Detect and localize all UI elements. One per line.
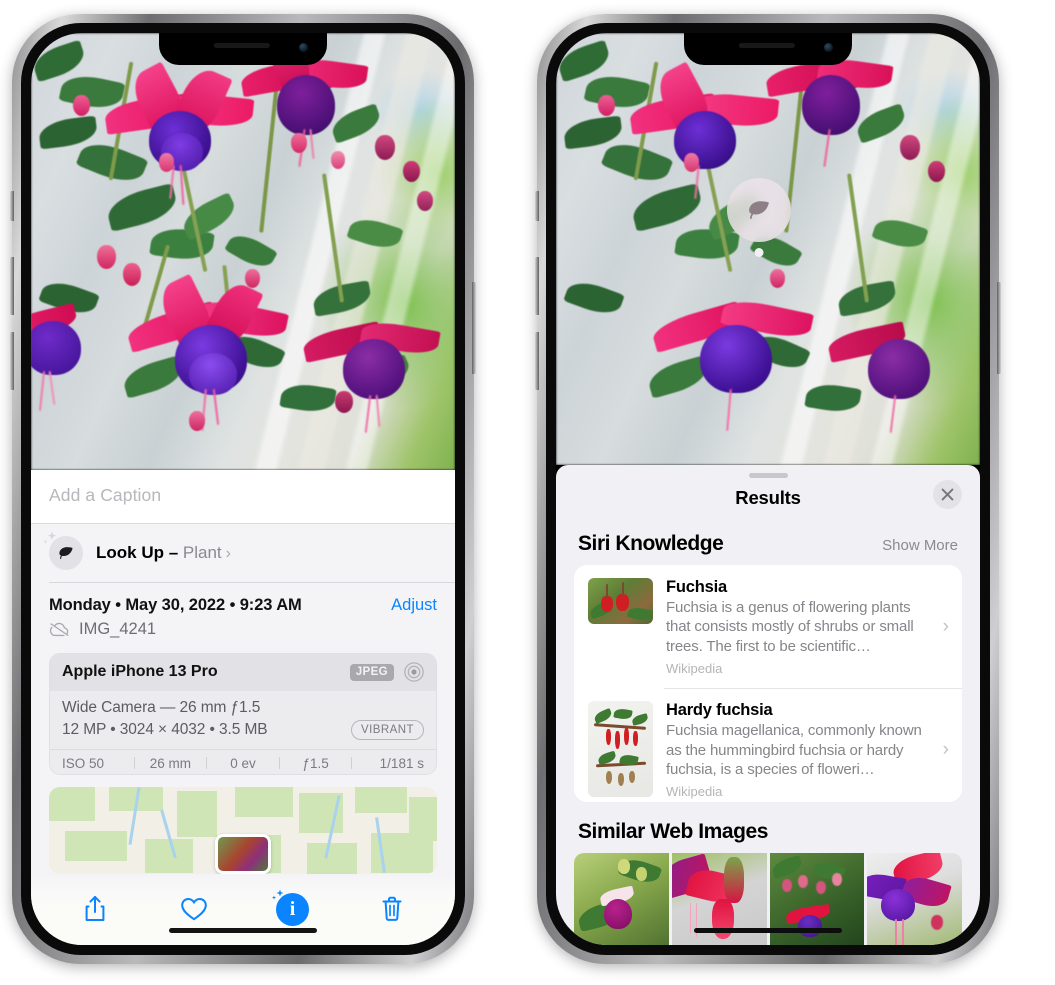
home-indicator-left[interactable] <box>169 927 317 933</box>
camera-card-header: Apple iPhone 13 Pro JPEG <box>50 654 436 692</box>
exif-shutter: 1/181 s <box>379 755 424 771</box>
result-thumbnail <box>588 577 653 624</box>
show-more-button[interactable]: Show More <box>882 537 958 554</box>
phone-right: Results Siri Knowledge Show More Fuchsia… <box>535 14 1001 964</box>
share-button[interactable] <box>69 885 121 933</box>
chevron-right-icon[interactable]: › <box>226 545 231 562</box>
results-header: Results <box>556 478 980 522</box>
camera-header-right: JPEG <box>349 661 425 683</box>
camera-lens: Wide Camera — 26 mm ƒ1.5 <box>62 699 261 717</box>
volume-down-button-left[interactable] <box>10 332 14 390</box>
result-thumbnail <box>588 701 653 798</box>
earpiece-speaker <box>738 43 795 48</box>
look-up-subject: Plant <box>182 543 222 562</box>
web-image-tile[interactable] <box>867 852 962 945</box>
exif-row: ISO 50 26 mm 0 ev ƒ1.5 1/181 s <box>50 748 436 774</box>
result-body: Hardy fuchsia Fuchsia magellanica, commo… <box>666 701 930 799</box>
look-up-prefix: Look Up – <box>96 543 183 562</box>
visual-lookup-results-sheet: Results Siri Knowledge Show More Fuchsia… <box>556 465 980 945</box>
photo-viewer-right[interactable] <box>556 33 980 465</box>
photographic-style-badge: VIBRANT <box>351 720 424 740</box>
camera-card-body: Wide Camera — 26 mm ƒ1.5 12 MP • 3024 × … <box>50 691 436 749</box>
location-map[interactable] <box>49 786 437 874</box>
front-camera-icon <box>299 43 308 52</box>
caption-placeholder[interactable]: Add a Caption <box>49 485 437 506</box>
volume-down-button-right[interactable] <box>535 332 539 390</box>
screen-right: Results Siri Knowledge Show More Fuchsia… <box>556 33 980 945</box>
result-title: Hardy fuchsia <box>666 701 773 720</box>
photo-viewer-left[interactable] <box>31 33 455 470</box>
look-up-icon-wrap <box>43 531 83 570</box>
home-indicator-right[interactable] <box>694 927 842 933</box>
photo-datetime: Monday • May 30, 2022 • 9:23 AM <box>49 596 302 615</box>
exif-iso: ISO 50 <box>62 755 105 771</box>
screen-left: Add a Caption Look Up – Plant › Monday •… <box>31 33 455 945</box>
exif-exposure: 0 ev <box>230 755 256 771</box>
info-button[interactable]: i <box>267 885 319 933</box>
close-icon <box>941 488 954 501</box>
camera-spec-row: 12 MP • 3024 × 4032 • 3.5 MB VIBRANT <box>62 720 424 740</box>
notch-left <box>159 33 327 65</box>
result-description: Fuchsia magellanica, commonly known as t… <box>666 722 922 779</box>
section-title-similar-web-images: Similar Web Images <box>578 819 768 843</box>
file-row: IMG_4241 <box>31 617 455 650</box>
chevron-right-icon[interactable]: › <box>943 739 951 761</box>
photo-toolbar: i <box>31 873 455 945</box>
results-title: Results <box>735 486 801 508</box>
volume-up-button-left[interactable] <box>10 257 14 315</box>
exif-aperture: ƒ1.5 <box>302 755 329 771</box>
section-title-siri-knowledge: Siri Knowledge <box>578 531 724 555</box>
caption-field-row[interactable]: Add a Caption <box>31 470 455 524</box>
similar-web-images-header: Similar Web Images <box>556 802 980 853</box>
trash-icon <box>382 897 401 922</box>
heart-icon <box>180 898 207 921</box>
front-camera-icon <box>824 43 833 52</box>
volume-up-button-right[interactable] <box>535 257 539 315</box>
siri-knowledge-header: Siri Knowledge Show More <box>556 522 980 565</box>
format-badge: JPEG <box>349 663 394 682</box>
list-item[interactable]: Fuchsia Fuchsia is a genus of flowering … <box>574 565 962 688</box>
result-source: Wikipedia <box>666 660 723 676</box>
camera-model: Apple iPhone 13 Pro <box>62 663 218 681</box>
sparkles-icon <box>271 889 283 900</box>
phone-left: Add a Caption Look Up – Plant › Monday •… <box>10 14 476 964</box>
aperture-icon <box>404 662 424 683</box>
result-source: Wikipedia <box>666 784 723 800</box>
mute-switch-left[interactable] <box>10 191 14 221</box>
share-icon <box>85 896 104 922</box>
visual-lookup-badge[interactable] <box>727 178 791 257</box>
look-up-row[interactable]: Look Up – Plant › <box>31 524 455 582</box>
date-row: Monday • May 30, 2022 • 9:23 AM Adjust <box>31 582 455 617</box>
camera-info-card[interactable]: Apple iPhone 13 Pro JPEG Wide Camera — 2… <box>49 653 437 775</box>
look-up-label: Look Up – Plant › <box>96 543 231 563</box>
result-title: Fuchsia <box>666 577 727 596</box>
power-button-right[interactable] <box>997 282 1001 374</box>
exif-focal: 26 mm <box>149 755 192 771</box>
mute-switch-right[interactable] <box>535 191 539 221</box>
map-photo-pin[interactable] <box>215 833 271 874</box>
favorite-button[interactable] <box>168 885 220 933</box>
earpiece-speaker <box>213 43 270 48</box>
screenshot-root: Add a Caption Look Up – Plant › Monday •… <box>0 0 1055 985</box>
web-image-tile[interactable] <box>574 852 669 945</box>
leaf-icon <box>749 201 769 219</box>
result-body: Fuchsia Fuchsia is a genus of flowering … <box>666 578 930 676</box>
siri-knowledge-card: Fuchsia Fuchsia is a genus of flowering … <box>574 564 962 802</box>
delete-button[interactable] <box>366 885 418 933</box>
chevron-right-icon[interactable]: › <box>943 616 951 638</box>
look-up-circle <box>49 536 83 570</box>
badge-anchor-dot <box>754 248 764 257</box>
icloud-slash-icon <box>49 623 69 638</box>
list-item[interactable]: Hardy fuchsia Fuchsia magellanica, commo… <box>574 688 962 801</box>
notch-right <box>684 33 852 65</box>
photo-info-sheet: Add a Caption Look Up – Plant › Monday •… <box>31 470 455 945</box>
power-button-left[interactable] <box>472 282 476 374</box>
leaf-icon <box>59 547 73 559</box>
photo-filename: IMG_4241 <box>79 620 157 639</box>
camera-specs: 12 MP • 3024 × 4032 • 3.5 MB <box>62 721 268 739</box>
close-button[interactable] <box>933 479 962 509</box>
adjust-button[interactable]: Adjust <box>391 596 437 615</box>
result-description: Fuchsia is a genus of flowering plants t… <box>666 598 914 655</box>
